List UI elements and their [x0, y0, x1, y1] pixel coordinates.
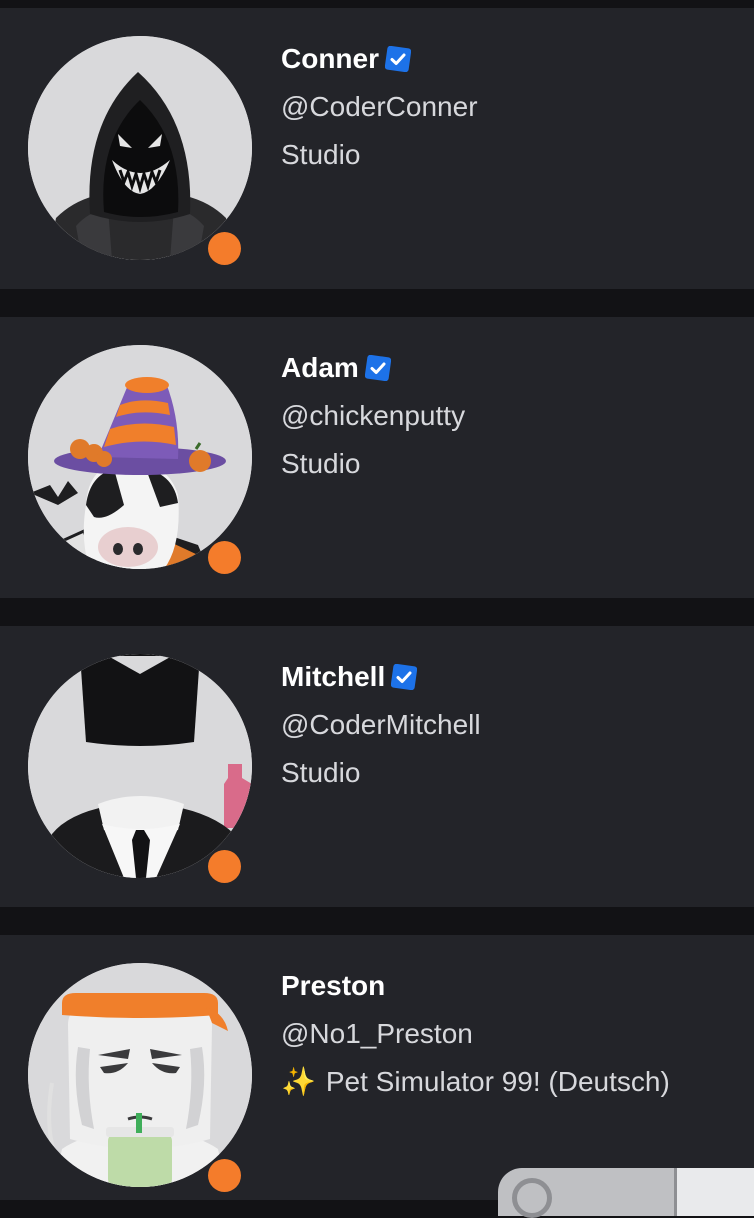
creator-info: Adam @chickenputty Studio: [281, 351, 734, 481]
status-online-indicator: [208, 541, 241, 574]
name-row: Conner: [281, 42, 734, 76]
subtitle-text: Pet Simulator 99! (Deutsch): [325, 1066, 670, 1097]
creator-card-conner[interactable]: Conner @CoderConner Studio: [0, 8, 754, 289]
headband-avatar[interactable]: [28, 963, 252, 1187]
name-row: Preston: [281, 969, 734, 1003]
verified-badge-icon: [364, 355, 391, 381]
creator-card-preston[interactable]: Preston @No1_Preston ✨ Pet Simulator 99!…: [0, 935, 754, 1200]
headless-suit-avatar-image: [28, 654, 252, 878]
witch-hat-cow-avatar-image: [28, 345, 252, 569]
display-name[interactable]: Preston: [281, 969, 385, 1003]
floating-toolbar[interactable]: [498, 1168, 754, 1218]
toolbar-button[interactable]: [677, 1168, 754, 1216]
avatar-container[interactable]: [28, 654, 252, 883]
verified-badge-icon: [385, 46, 411, 72]
creator-card-adam[interactable]: Adam @chickenputty Studio: [0, 317, 754, 598]
display-name[interactable]: Adam: [281, 351, 359, 385]
username: @CoderMitchell: [281, 709, 481, 740]
creator-subtitle: Studio: [281, 447, 734, 481]
avatar-container[interactable]: [28, 345, 252, 574]
username: @CoderConner: [281, 91, 478, 122]
avatar-container[interactable]: [28, 36, 252, 265]
status-online-indicator: [208, 232, 241, 265]
creator-info: Mitchell @CoderMitchell Studio: [281, 660, 734, 790]
hooded-figure-avatar-image: [28, 36, 252, 260]
creator-subtitle: Studio: [281, 756, 734, 790]
creator-experience-link[interactable]: ✨ Pet Simulator 99! (Deutsch): [281, 1065, 734, 1099]
subtitle-text: Studio: [281, 448, 361, 479]
search-icon[interactable]: [512, 1178, 552, 1218]
display-name[interactable]: Mitchell: [281, 660, 385, 694]
headband-avatar-image: [28, 963, 252, 1187]
username: @No1_Preston: [281, 1018, 473, 1049]
witch-hat-cow-avatar[interactable]: [28, 345, 252, 569]
headless-suit-avatar[interactable]: [28, 654, 252, 878]
status-online-indicator: [208, 1159, 241, 1192]
subtitle-text: Studio: [281, 757, 361, 788]
creator-card-mitchell[interactable]: Mitchell @CoderMitchell Studio: [0, 626, 754, 907]
name-row: Adam: [281, 351, 734, 385]
sparkles-icon: ✨: [281, 1066, 316, 1097]
creator-info: Conner @CoderConner Studio: [281, 42, 734, 172]
hooded-figure-avatar[interactable]: [28, 36, 252, 260]
avatar-container[interactable]: [28, 963, 252, 1192]
status-online-indicator: [208, 850, 241, 883]
verified-badge-icon: [391, 664, 418, 690]
username: @chickenputty: [281, 400, 466, 431]
display-name[interactable]: Conner: [281, 42, 379, 76]
subtitle-text: Studio: [281, 139, 361, 170]
name-row: Mitchell: [281, 660, 734, 694]
creator-subtitle: Studio: [281, 138, 734, 172]
creator-info: Preston @No1_Preston ✨ Pet Simulator 99!…: [281, 969, 734, 1099]
creator-list: Conner @CoderConner Studio Adam @chicken…: [0, 0, 754, 1218]
